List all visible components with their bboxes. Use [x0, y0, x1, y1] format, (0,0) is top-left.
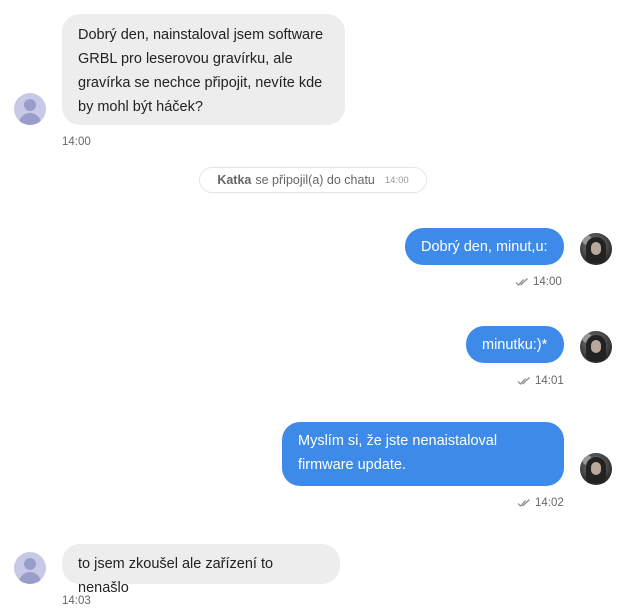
double-check-icon — [517, 499, 530, 507]
message-timestamp: 14:01 — [535, 375, 564, 387]
message-line: gravírka se nechce připojit, nevíte kde — [78, 75, 323, 91]
agent-avatar — [580, 233, 612, 265]
message-text: to jsem zkoušel ale zařízení to nenašlo — [78, 556, 274, 596]
agent-name: Katka — [217, 173, 252, 187]
outgoing-message: Myslím si, že jste nenaistaloval firmwar… — [282, 422, 564, 486]
message-timestamp: 14:02 — [535, 497, 564, 509]
double-check-icon — [517, 377, 530, 385]
message-status: 14:00 — [515, 276, 562, 288]
system-text: se připojil(a) do chatu — [255, 173, 375, 187]
message-timestamp: 14:00 — [533, 276, 562, 288]
double-check-icon — [515, 278, 528, 286]
agent-avatar — [580, 331, 612, 363]
incoming-message: Dobrý den, nainstaloval jsem software GR… — [62, 14, 345, 125]
agent-avatar — [580, 453, 612, 485]
system-notice: Katka se připojil(a) do chatu 14:00 — [199, 167, 427, 193]
customer-avatar — [14, 552, 46, 584]
message-timestamp: 14:03 — [62, 595, 91, 607]
message-line: by mohl být háček? — [78, 99, 203, 115]
message-status: 14:01 — [517, 375, 564, 387]
message-text: Dobrý den, minut,u: — [421, 239, 548, 255]
customer-avatar — [14, 93, 46, 125]
system-timestamp: 14:00 — [384, 174, 409, 186]
incoming-message: to jsem zkoušel ale zařízení to nenašlo — [62, 544, 340, 596]
message-line: Dobrý den, nainstaloval jsem software — [78, 27, 324, 43]
message-line: GRBL pro leserovou gravírku, ale — [78, 51, 293, 67]
message-line: firmware update. — [298, 457, 406, 473]
message-status: 14:02 — [517, 497, 564, 509]
outgoing-message: minutku:)* — [466, 326, 564, 363]
message-timestamp: 14:00 — [62, 136, 91, 148]
message-line: Myslím si, že jste nenaistaloval — [298, 433, 498, 449]
message-text: minutku:)* — [482, 337, 548, 353]
outgoing-message: Dobrý den, minut,u: — [405, 228, 564, 265]
